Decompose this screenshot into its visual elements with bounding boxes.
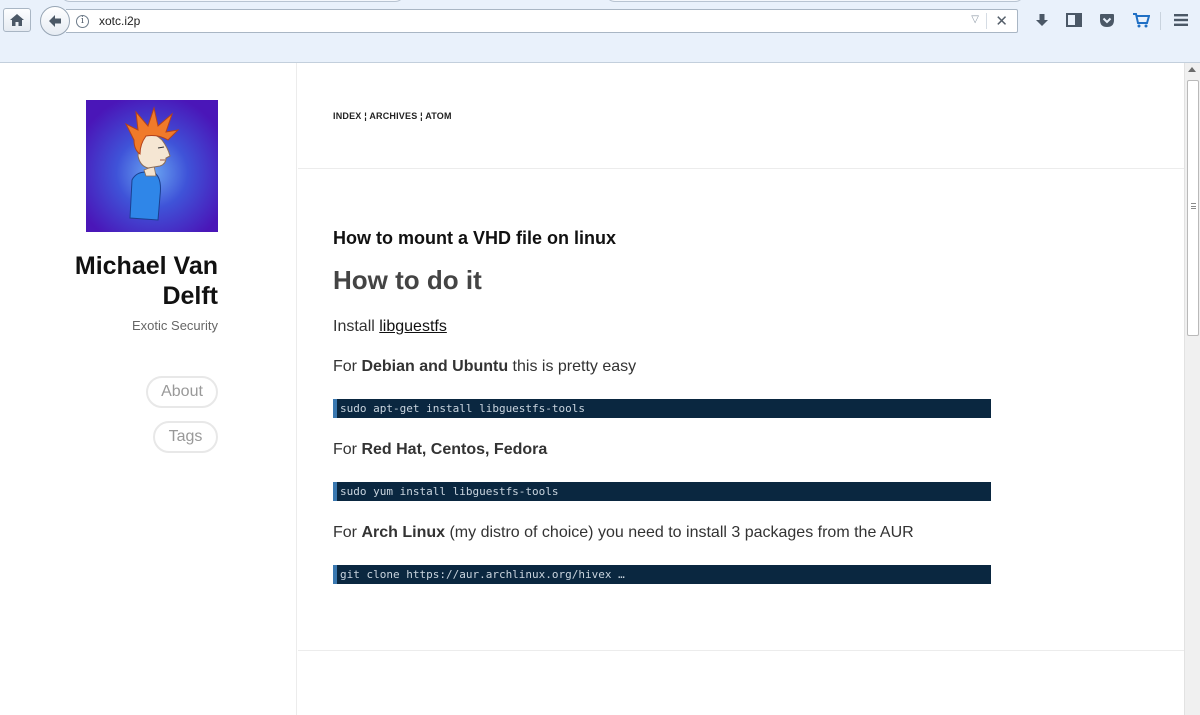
scrollbar-thumb[interactable] — [1187, 80, 1199, 336]
code-block-arch[interactable]: git clone https://aur.archlinux.org/hive… — [333, 565, 991, 584]
back-arrow-icon — [49, 15, 61, 27]
top-nav: INDEX ¦ ARCHIVES ¦ ATOM — [333, 111, 452, 121]
nav-index-link[interactable]: INDEX — [333, 111, 362, 121]
cart-icon — [1133, 13, 1150, 28]
scrollbar[interactable] — [1184, 63, 1200, 715]
tab-right[interactable] — [605, 0, 1025, 2]
tags-link[interactable]: Tags — [153, 421, 218, 453]
url-separator — [986, 13, 987, 29]
debian-paragraph: For Debian and Ubuntu this is pretty eas… — [333, 358, 636, 376]
scroll-up-arrow-icon[interactable] — [1188, 67, 1196, 72]
toolbar-separator — [1160, 12, 1161, 30]
install-paragraph: Install libguestfs — [333, 318, 447, 336]
dropdown-icon[interactable]: ▽ — [971, 14, 979, 25]
home-icon — [10, 14, 24, 26]
divider — [298, 650, 1184, 651]
url-text[interactable]: xotc.i2p — [99, 14, 140, 28]
text: For — [333, 358, 362, 375]
section-heading: How to do it — [333, 265, 482, 295]
post-title[interactable]: How to mount a VHD file on linux — [333, 228, 616, 249]
sidebar-button[interactable] — [1061, 7, 1087, 33]
arch-paragraph: For Arch Linux (my distro of choice) you… — [333, 524, 914, 542]
grip-icon — [1191, 203, 1196, 209]
tab-left[interactable] — [60, 0, 405, 2]
about-link[interactable]: About — [146, 376, 218, 408]
navigation-toolbar: i xotc.i2p ▽ ✕ — [0, 4, 1200, 36]
code-block-debian[interactable]: sudo apt-get install libguestfs-tools — [333, 399, 991, 418]
back-button[interactable] — [40, 6, 70, 36]
bold-text: Debian and Ubuntu — [361, 358, 509, 375]
bold-text: Red Hat, Centos, Fedora — [361, 441, 548, 458]
text: For — [333, 441, 362, 458]
page-viewport: Michael Van Delft Exotic Security About … — [0, 63, 1200, 715]
url-bar[interactable]: i xotc.i2p ▽ ✕ — [66, 9, 1018, 33]
home-button[interactable] — [3, 8, 31, 32]
divider — [298, 168, 1184, 169]
nav-atom-link[interactable]: ATOM — [425, 111, 451, 121]
browser-chrome: i xotc.i2p ▽ ✕ — [0, 0, 1200, 63]
download-icon — [1036, 14, 1048, 26]
menu-button[interactable] — [1168, 7, 1194, 33]
code-block-redhat[interactable]: sudo yum install libguestfs-tools — [333, 482, 991, 501]
text: this is pretty easy — [508, 358, 637, 375]
bold-text: Arch Linux — [361, 524, 446, 541]
pocket-button[interactable] — [1094, 7, 1120, 33]
download-button[interactable] — [1029, 7, 1055, 33]
info-icon[interactable]: i — [76, 15, 89, 28]
text: For — [333, 524, 362, 541]
menu-icon — [1174, 14, 1188, 26]
avatar[interactable] — [86, 100, 218, 232]
cart-button[interactable] — [1128, 7, 1154, 33]
nav-archives-link[interactable]: ARCHIVES — [369, 111, 417, 121]
main-content: INDEX ¦ ARCHIVES ¦ ATOM How to mount a V… — [298, 63, 1184, 715]
libguestfs-link[interactable]: libguestfs — [379, 318, 447, 335]
redhat-paragraph: For Red Hat, Centos, Fedora — [333, 441, 547, 459]
site-tagline: Exotic Security — [132, 318, 218, 333]
sidebar-icon — [1066, 13, 1082, 27]
site-sidebar: Michael Van Delft Exotic Security About … — [0, 63, 297, 715]
text: (my distro of choice) you need to instal… — [445, 524, 914, 541]
site-name[interactable]: Michael Van Delft — [30, 251, 218, 311]
text: Install — [333, 318, 380, 335]
stop-icon[interactable]: ✕ — [995, 12, 1008, 30]
pocket-icon — [1100, 13, 1114, 27]
